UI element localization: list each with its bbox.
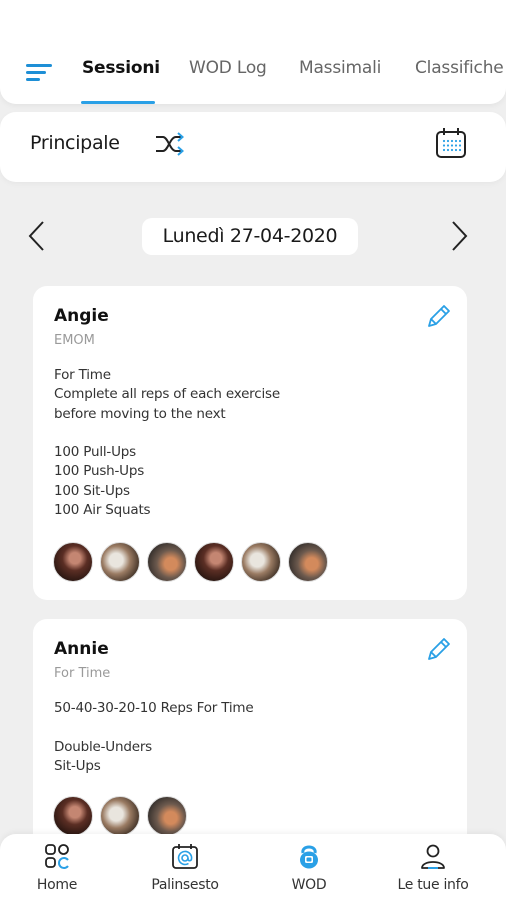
top-tab-bar: Sessioni WOD Log Massimali Classifiche bbox=[0, 0, 506, 104]
tab-classifiche[interactable]: Classifiche bbox=[415, 58, 504, 78]
avatar[interactable] bbox=[147, 542, 187, 582]
bottom-navigation: Home Palinsesto WOD Le tue info bbox=[0, 834, 506, 900]
avatar[interactable] bbox=[53, 796, 93, 836]
avatar[interactable] bbox=[100, 796, 140, 836]
section-title: Principale bbox=[30, 132, 120, 154]
avatar[interactable] bbox=[288, 542, 328, 582]
avatar[interactable] bbox=[241, 542, 281, 582]
calendar-at-icon bbox=[172, 844, 198, 869]
wod-title: Angie bbox=[54, 306, 109, 326]
nav-label: Palinsesto bbox=[151, 877, 219, 893]
menu-icon[interactable] bbox=[26, 64, 54, 84]
wod-type: EMOM bbox=[54, 333, 95, 348]
active-tab-indicator bbox=[81, 101, 155, 104]
calendar-icon[interactable] bbox=[434, 126, 468, 160]
nav-palinsesto[interactable]: Palinsesto bbox=[130, 840, 240, 898]
wod-description: 50-40-30-20-10 Reps For Time Double-Unde… bbox=[54, 700, 254, 774]
nav-label: WOD bbox=[291, 877, 327, 893]
home-grid-icon bbox=[45, 844, 69, 869]
nav-label: Le tue info bbox=[397, 877, 469, 893]
avatar[interactable] bbox=[53, 542, 93, 582]
wod-card[interactable]: Annie For Time 50-40-30-20-10 Reps For T… bbox=[33, 619, 467, 859]
kettlebell-icon bbox=[300, 845, 318, 869]
nav-le-tue-info[interactable]: Le tue info bbox=[378, 840, 488, 898]
wod-type: For Time bbox=[54, 666, 111, 681]
pencil-icon[interactable] bbox=[425, 635, 453, 663]
tab-wod-log[interactable]: WOD Log bbox=[189, 58, 267, 78]
current-date[interactable]: Lunedì 27-04-2020 bbox=[142, 218, 358, 255]
chevron-left-icon[interactable] bbox=[24, 216, 52, 256]
section-bar: Principale bbox=[0, 112, 506, 182]
pencil-icon[interactable] bbox=[425, 302, 453, 330]
tab-massimali[interactable]: Massimali bbox=[299, 58, 381, 78]
nav-label: Home bbox=[36, 877, 78, 893]
wod-description: For Time Complete all reps of each exerc… bbox=[54, 367, 280, 519]
user-icon bbox=[421, 844, 445, 869]
wod-title: Annie bbox=[54, 639, 109, 659]
wod-card[interactable]: Angie EMOM For Time Complete all reps of… bbox=[33, 286, 467, 600]
avatar[interactable] bbox=[100, 542, 140, 582]
shuffle-icon[interactable] bbox=[154, 129, 186, 159]
nav-home[interactable]: Home bbox=[2, 840, 112, 898]
tab-sessioni[interactable]: Sessioni bbox=[82, 58, 160, 78]
chevron-right-icon[interactable] bbox=[444, 216, 472, 256]
avatar[interactable] bbox=[194, 542, 234, 582]
avatar[interactable] bbox=[147, 796, 187, 836]
nav-wod[interactable]: WOD bbox=[254, 840, 364, 898]
